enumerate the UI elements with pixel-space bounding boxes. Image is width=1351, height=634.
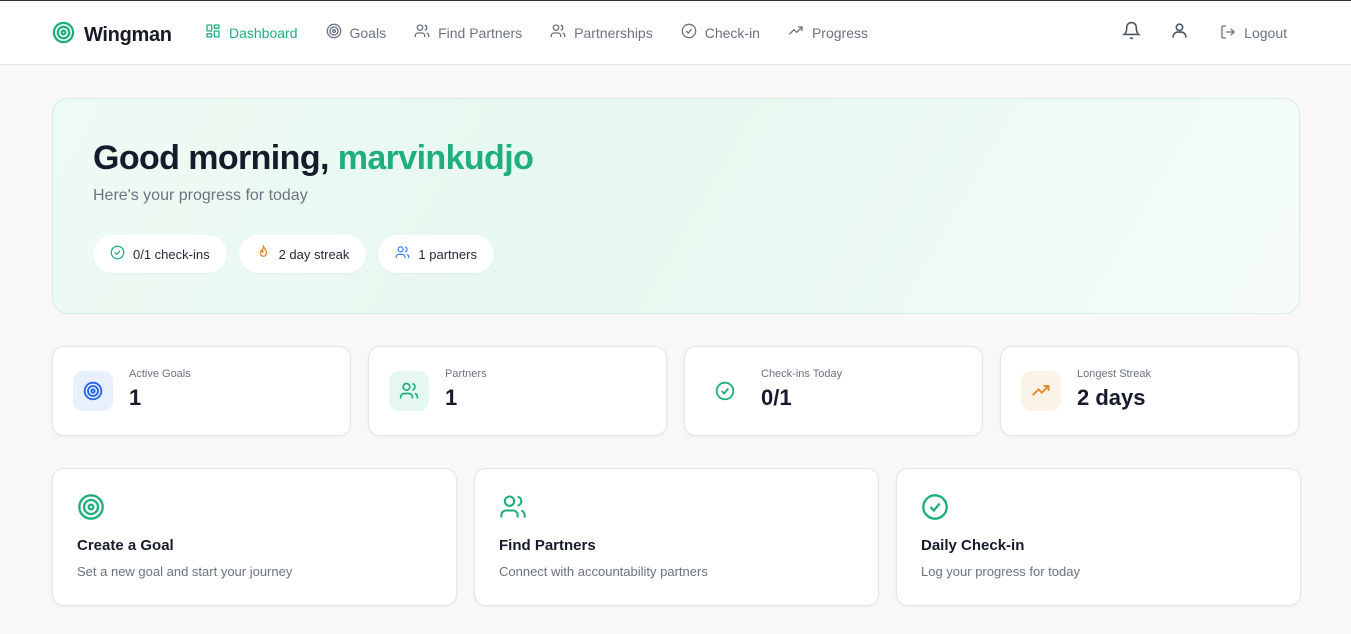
stat-card-checkins-today: Check-ins Today 0/1 bbox=[684, 346, 983, 436]
users-icon bbox=[499, 493, 527, 521]
profile-button[interactable] bbox=[1168, 22, 1190, 44]
pill-label: 2 day streak bbox=[278, 246, 350, 262]
stats-row: Active Goals 1 Partners 1 Check-ins Toda… bbox=[52, 346, 1299, 436]
header-actions: Logout bbox=[1120, 21, 1287, 45]
create-goal-card[interactable]: Create a Goal Set a new goal and start y… bbox=[52, 468, 457, 606]
user-icon bbox=[1170, 21, 1189, 45]
users-icon bbox=[389, 371, 429, 411]
nav-label: Check-in bbox=[704, 24, 760, 41]
stat-label: Active Goals bbox=[129, 368, 191, 380]
nav-find-partners[interactable]: Find Partners bbox=[414, 23, 522, 42]
quick-actions: Create a Goal Set a new goal and start y… bbox=[52, 468, 1301, 606]
stat-value: 2 days bbox=[1077, 385, 1146, 410]
trending-up-icon bbox=[788, 23, 804, 42]
logout-icon bbox=[1220, 24, 1236, 43]
partners-pill: 1 partners bbox=[378, 235, 494, 273]
main-nav: Dashboard Goals Find Partners Partnershi… bbox=[205, 23, 868, 42]
greeting-title: Good morning, marvinkudjo bbox=[93, 139, 534, 178]
pill-label: 0/1 check-ins bbox=[133, 246, 210, 262]
pill-label: 1 partners bbox=[418, 246, 477, 262]
target-icon bbox=[52, 21, 75, 49]
brand-name: Wingman bbox=[84, 23, 172, 46]
nav-label: Progress bbox=[811, 24, 868, 41]
action-title: Find Partners bbox=[499, 537, 596, 554]
streak-pill: 2 day streak bbox=[238, 235, 367, 273]
flame-icon bbox=[256, 243, 271, 263]
stat-value: 0/1 bbox=[761, 385, 792, 410]
nav-label: Partnerships bbox=[574, 24, 653, 41]
greeting-text: Good morning, bbox=[93, 139, 329, 177]
nav-goals[interactable]: Goals bbox=[326, 23, 387, 42]
nav-label: Find Partners bbox=[438, 24, 523, 41]
action-title: Create a Goal bbox=[77, 537, 174, 554]
grid-icon bbox=[205, 23, 221, 42]
checkins-pill: 0/1 check-ins bbox=[93, 235, 227, 273]
users-icon bbox=[414, 23, 430, 42]
nav-label: Dashboard bbox=[229, 24, 298, 41]
stat-label: Check-ins Today bbox=[761, 368, 843, 380]
action-title: Daily Check-in bbox=[921, 537, 1025, 554]
stat-value: 1 bbox=[129, 385, 142, 410]
daily-check-in-card[interactable]: Daily Check-in Log your progress for tod… bbox=[896, 468, 1301, 606]
logout-button[interactable]: Logout bbox=[1220, 24, 1287, 43]
action-description: Log your progress for today bbox=[921, 564, 1080, 579]
username: marvinkudjo bbox=[337, 139, 534, 177]
target-icon bbox=[73, 371, 113, 411]
logout-label: Logout bbox=[1244, 25, 1287, 41]
target-icon bbox=[77, 493, 105, 521]
bell-icon bbox=[1121, 21, 1141, 45]
nav-dashboard[interactable]: Dashboard bbox=[205, 23, 298, 42]
nav-label: Goals bbox=[349, 24, 387, 41]
trending-up-icon bbox=[1021, 371, 1061, 411]
check-circle-icon bbox=[705, 371, 745, 411]
check-circle-icon bbox=[921, 493, 949, 521]
check-circle-icon bbox=[110, 245, 125, 263]
stat-card-active-goals: Active Goals 1 bbox=[52, 346, 351, 436]
summary-pills: 0/1 check-ins 2 day streak 1 partners bbox=[93, 235, 494, 273]
action-description: Set a new goal and start your journey bbox=[77, 564, 293, 579]
top-navbar: Wingman Dashboard Goals Find Partners Pa… bbox=[0, 1, 1351, 65]
nav-check-in[interactable]: Check-in bbox=[681, 23, 760, 42]
welcome-banner: Good morning, marvinkudjo Here's your pr… bbox=[52, 98, 1300, 314]
users-icon bbox=[395, 245, 410, 263]
notifications-button[interactable] bbox=[1120, 21, 1142, 45]
nav-progress[interactable]: Progress bbox=[788, 23, 868, 42]
greeting-subtitle: Here's your progress for today bbox=[93, 187, 308, 204]
stat-card-longest-streak: Longest Streak 2 days bbox=[1000, 346, 1299, 436]
stat-label: Longest Streak bbox=[1077, 368, 1151, 380]
users-icon bbox=[550, 23, 566, 42]
find-partners-card[interactable]: Find Partners Connect with accountabilit… bbox=[474, 468, 879, 606]
target-icon bbox=[326, 23, 342, 42]
nav-partnerships[interactable]: Partnerships bbox=[550, 23, 653, 42]
check-circle-icon bbox=[681, 23, 697, 42]
stat-card-partners: Partners 1 bbox=[368, 346, 667, 436]
stat-label: Partners bbox=[445, 368, 487, 380]
action-description: Connect with accountability partners bbox=[499, 564, 708, 579]
stat-value: 1 bbox=[445, 385, 458, 410]
brand-logo[interactable]: Wingman bbox=[52, 21, 172, 49]
